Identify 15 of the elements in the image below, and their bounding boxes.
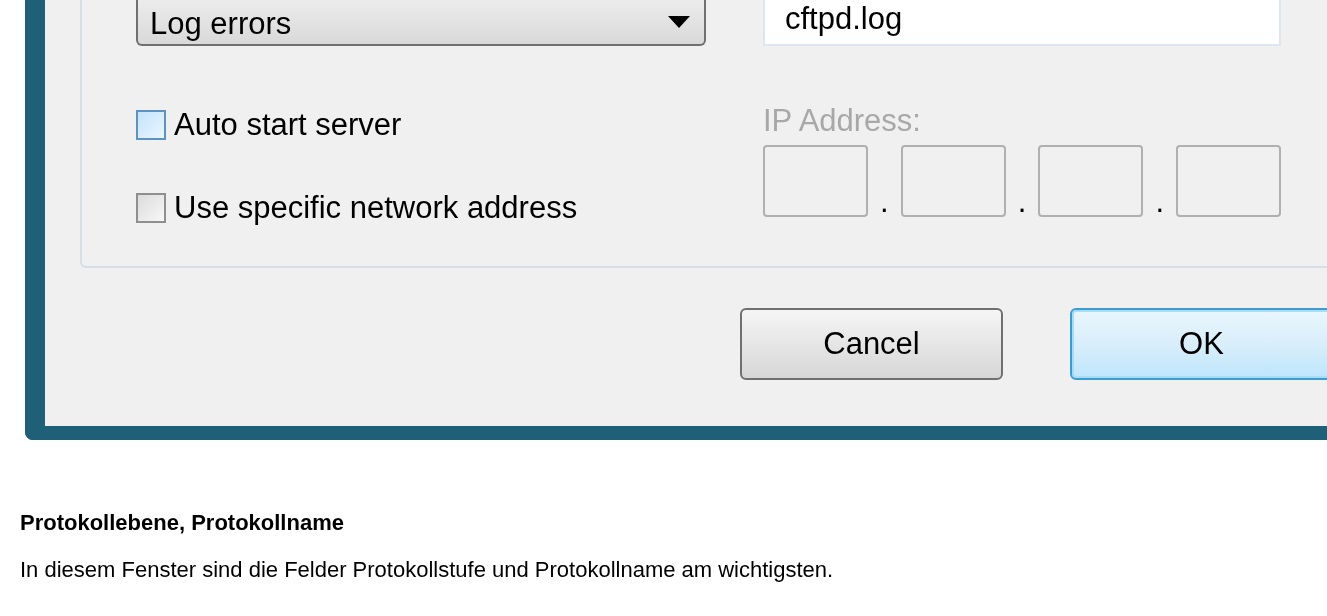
section-heading: Protokollebene, Protokollname — [20, 509, 345, 537]
dot-separator: . — [878, 186, 890, 218]
checkbox[interactable] — [136, 192, 166, 223]
checkbox-label: Use specific network address — [174, 188, 578, 227]
dialog-button[interactable]: OK — [1070, 308, 1327, 380]
dot-separator: . — [1154, 186, 1166, 218]
checkbox-label: Auto start server — [174, 106, 402, 144]
dot-separator: . — [1016, 186, 1028, 218]
paragraph: In diesem Fenster sind die Felder Protokollstufe und Protokollname am wichtigsten. — [20, 556, 835, 584]
log-name-field[interactable]: cftpd.log — [763, 0, 1281, 46]
ip-address-label: IP Address: — [763, 102, 922, 140]
caret-icon — [668, 16, 690, 28]
checkbox[interactable] — [136, 110, 166, 141]
dialog-button[interactable]: Cancel — [740, 308, 1003, 380]
log-level-dropdown[interactable]: Log errors — [136, 0, 706, 46]
